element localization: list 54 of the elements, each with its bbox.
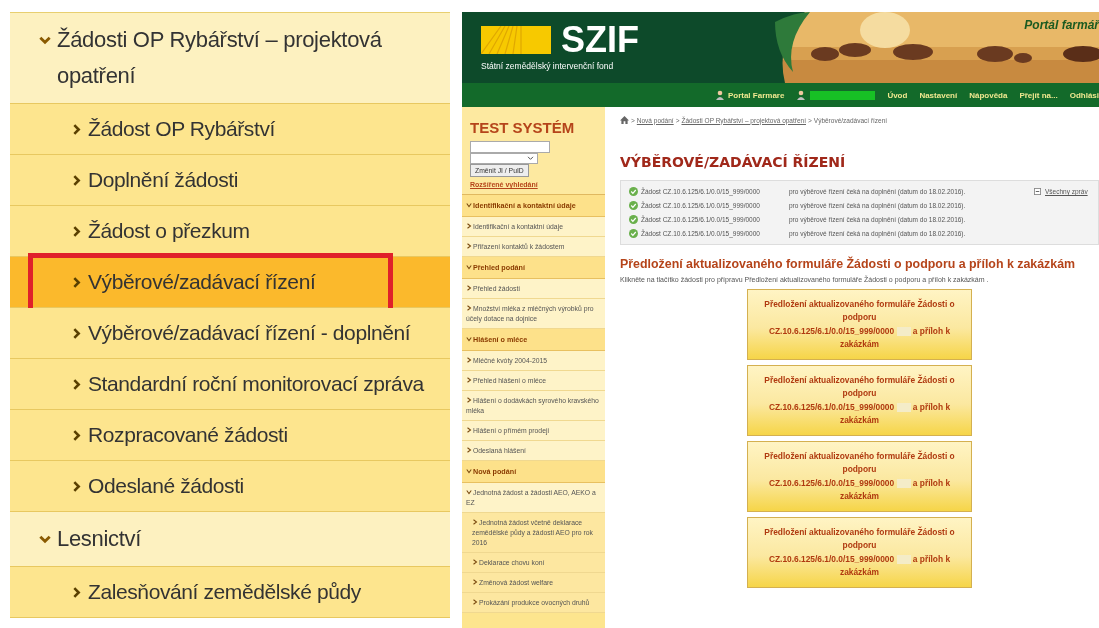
chevron-icon [472,578,478,585]
chevron-icon [466,202,472,208]
chevron-icon [466,376,472,383]
nav-link[interactable]: Odhlási [1069,90,1099,100]
portal-link[interactable]: Portal Farmare [714,90,785,100]
chevron-icon [466,396,472,403]
chevron-icon [466,304,472,311]
field-logo-icon [481,26,551,54]
chevron-icon [472,598,478,605]
menu-item[interactable]: Rozpracované žádosti [10,410,450,461]
caret-icon [527,156,534,161]
chevron-icon [466,356,472,363]
search-field[interactable] [470,141,550,153]
chevron-icon [466,426,472,433]
nav-link[interactable]: Úvod [887,90,908,100]
form-button[interactable]: Předložení aktualizovaného formuláře Žádosti o podporu CZ.10.6.125/6.1/0.0/15_999/0000 a příloh k zakázkám [747,517,972,588]
check-icon [629,201,638,210]
menu-item[interactable]: Žádost OP Rybářství [10,104,450,155]
chevron-icon [466,222,472,229]
redaction-bar [810,90,876,100]
chevron-icon [466,336,472,342]
page-title: VÝBĚROVÉ/ZADÁVACÍ ŘÍZENÍ [620,154,847,170]
system-label: TEST SYSTÉM [470,119,575,136]
section-title: Předložení aktualizovaného formuláře Žádosti o podporu a příloh k zakázkám [620,257,1077,271]
user-icon [714,90,725,100]
nav-link[interactable]: Přejít na... [1019,90,1058,100]
collapse-icon[interactable] [1034,188,1041,195]
logo-subtitle: Státní zemědělský intervenční fond [481,61,615,71]
form-button[interactable]: Předložení aktualizovaného formuláře Žádosti o podporu CZ.10.6.125/6.1/0.0/15_999/0000 a příloh k zakázkám [747,289,972,360]
chevron-icon [472,518,478,525]
check-icon [629,215,638,224]
chevron-icon [466,284,472,291]
chevron-icon [466,488,472,495]
menu-item[interactable]: Žádost o přezkum [10,206,450,257]
form-button[interactable]: Předložení aktualizovaného formuláře Žádosti o podporu CZ.10.6.125/6.1/0.0/15_999/0000 a příloh k zakázkám [747,365,972,436]
chevron-icon [472,558,478,565]
chevron-icon [466,264,472,270]
chevron-icon [466,242,472,249]
user-icon [796,90,807,100]
chevron-icon [466,468,472,474]
home-icon[interactable] [620,116,629,124]
form-button[interactable]: Předložení aktualizovaného formuláře Žádosti o podporu CZ.10.6.125/6.1/0.0/15_999/0000 a příloh k zakázkám [747,441,972,512]
menu-group[interactable]: Lesnictví [57,521,142,557]
menu-item[interactable]: Doplnění žádosti [10,155,450,206]
logo-text: SZIF [561,25,639,55]
menu-item[interactable]: Standardní roční monitorovací zpráva [10,359,450,410]
menu-item[interactable]: Odeslané žádosti [10,461,450,512]
menu-item[interactable]: Výběrové/zadávací řízení - doplnění [10,308,450,359]
nav-link[interactable]: Nápověda [969,90,1008,100]
check-icon [629,187,638,196]
nav-link[interactable]: Nastavení [919,90,958,100]
check-icon [629,229,638,238]
chevron-icon [466,446,472,453]
menu-item[interactable]: Zalesňování zemědělské půdy [10,567,450,618]
